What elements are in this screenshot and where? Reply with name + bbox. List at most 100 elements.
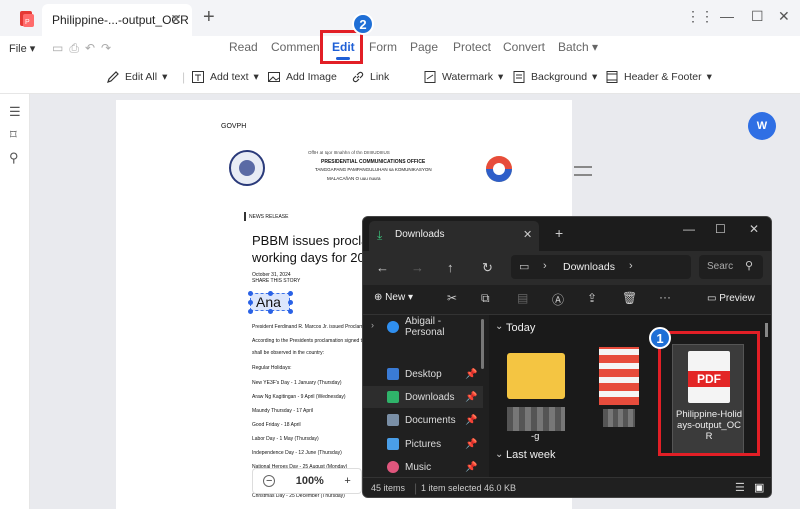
collapse-group-icon[interactable]: ⌄ (495, 449, 503, 460)
blurred-file-thumbnail[interactable] (599, 347, 639, 405)
body-line-3: shall be observed in the country: (252, 350, 324, 356)
close-tab-icon[interactable]: ✕ (523, 228, 532, 241)
folder-name-tail: -g (531, 431, 540, 442)
details-view-icon[interactable]: ☰ (735, 481, 745, 494)
quick-access-icons[interactable]: ▭⎙↶↷ (52, 41, 117, 56)
search-box[interactable]: Searc ⚲ (699, 255, 763, 279)
search-icon[interactable]: ⚲ (9, 150, 19, 166)
zoom-level[interactable]: 100% (296, 475, 324, 487)
background-button[interactable]: Background ▾ (512, 70, 597, 84)
bookmark-icon[interactable]: ⌑ (10, 127, 17, 143)
paste-icon[interactable]: ▤ (517, 291, 528, 305)
nav-item-music[interactable]: Music 📌 (363, 456, 483, 478)
maximize-icon[interactable]: ☐ (715, 222, 726, 236)
convert-to-word-button[interactable]: W (748, 112, 776, 140)
body-line-10: Independence Day - 12 June (Thursday) (252, 450, 342, 456)
header-footer-icon (606, 71, 618, 83)
edit-all-button[interactable]: Edit All ▾ (106, 70, 167, 84)
download-icon (387, 391, 399, 403)
add-image-button[interactable]: Add Image (267, 70, 337, 84)
explorer-tab[interactable]: ⤓ Downloads ✕ (369, 221, 539, 251)
explorer-command-bar: ⊕ New ▾ ✂ ⧉ ▤ Ⓐ ⇪ 🗑 ··· ▭ Preview (363, 285, 771, 315)
rename-icon[interactable]: Ⓐ (552, 291, 564, 308)
resize-handle[interactable] (248, 300, 253, 305)
nav-item-desktop[interactable]: Desktop 📌 (363, 363, 483, 385)
zoom-in-button[interactable]: + (344, 475, 350, 487)
preview-button[interactable]: ▭ Preview (707, 293, 755, 304)
resize-handle[interactable] (248, 309, 253, 314)
maximize-button[interactable]: ☐ (751, 8, 764, 25)
document-tab-title: Philippine-...-output_OCR (52, 13, 189, 27)
pictures-icon (387, 438, 399, 450)
address-bar[interactable]: ▭ › Downloads › (511, 255, 691, 279)
minimize-icon[interactable]: — (683, 222, 695, 236)
copy-icon[interactable]: ⧉ (481, 291, 490, 306)
search-icon: ⚲ (745, 260, 754, 272)
cut-icon[interactable]: ✂ (447, 291, 457, 305)
resize-handle[interactable] (248, 291, 253, 296)
more-icon[interactable]: ··· (659, 290, 671, 304)
share-icon[interactable]: ⇪ (587, 291, 597, 305)
selection-size: 46.0 KB (484, 483, 517, 493)
close-window-button[interactable]: ✕ (778, 8, 790, 25)
body-line-1: President Ferdinand R. Marcos Jr. issued… (252, 324, 364, 330)
nav-item-personal[interactable]: Abigail - Personal (363, 316, 483, 338)
tab-page[interactable]: Page (410, 40, 438, 54)
group-last-week: Last week (506, 449, 556, 461)
tab-convert[interactable]: Convert (503, 40, 545, 54)
folder-icon[interactable] (507, 353, 565, 399)
body-line-5: New YE3F's Day - 1 January (Thursday) (252, 380, 342, 386)
download-arrow-icon: ⤓ (377, 228, 383, 242)
zoom-control: − 100% + (252, 468, 362, 494)
watermark-button[interactable]: Watermark ▾ (423, 70, 503, 84)
close-tab-icon[interactable]: ✕ (170, 11, 182, 28)
share-story-link[interactable]: SHARE THIS STORY (252, 278, 300, 284)
add-text-button[interactable]: Add text ▾ (191, 70, 259, 84)
toolbar-divider: | (182, 70, 186, 84)
thumbnails-icon[interactable]: ☰ (9, 104, 21, 120)
more-options-icon[interactable]: ⋮⋮ (686, 8, 714, 25)
address-path: Downloads (563, 261, 615, 273)
nav-item-pictures[interactable]: Pictures 📌 (363, 433, 483, 455)
tiles-view-icon[interactable]: ▣ (754, 481, 764, 494)
body-line-9: Labor Day - 1 May (Thursday) (252, 436, 319, 442)
resize-handle[interactable] (288, 291, 293, 296)
tab-form[interactable]: Form (369, 40, 397, 54)
forward-arrow-icon[interactable]: → (411, 260, 424, 275)
nav-scrollbar[interactable] (481, 319, 484, 369)
delete-icon[interactable]: 🗑 (622, 291, 637, 305)
link-button[interactable]: Link (351, 70, 389, 84)
file-list-scrollbar[interactable] (765, 323, 768, 337)
minimize-button[interactable]: — (720, 8, 734, 24)
body-line-7: Maundy Thursday - 17 April (252, 408, 314, 414)
monitor-icon: ▭ (519, 261, 530, 273)
tab-protect[interactable]: Protect (453, 40, 491, 54)
menu-bar (0, 36, 800, 64)
new-tab-button[interactable]: + (203, 6, 215, 29)
nav-item-documents[interactable]: Documents 📌 (363, 409, 483, 431)
collapse-group-icon[interactable]: ⌄ (495, 321, 503, 332)
header-footer-button[interactable]: Header & Footer ▾ (605, 70, 712, 84)
up-arrow-icon[interactable]: ↑ (447, 260, 454, 275)
body-line-6: Araw Ng Kagitingan - 9 April (Wednesday) (252, 394, 346, 400)
watermark-icon (424, 71, 436, 83)
resize-handle[interactable] (288, 309, 293, 314)
new-button[interactable]: ⊕ New ▾ (374, 292, 413, 303)
desktop-icon (387, 368, 399, 380)
nav-item-downloads[interactable]: Downloads 📌 (363, 386, 483, 408)
selected-text[interactable]: Ana (256, 294, 281, 310)
explorer-address-row: ← → ↑ ↻ ▭ › Downloads › Searc ⚲ (363, 251, 771, 285)
zoom-out-button[interactable]: − (263, 475, 276, 487)
tab-batch[interactable]: Batch ▾ (558, 40, 598, 54)
resize-handle[interactable] (268, 309, 273, 314)
close-icon[interactable]: ✕ (749, 222, 759, 236)
tab-comment[interactable]: Comment (271, 40, 323, 54)
resize-handle[interactable] (268, 291, 273, 296)
new-tab-icon[interactable]: + (555, 225, 563, 241)
refresh-icon[interactable]: ↻ (482, 260, 493, 276)
file-menu[interactable]: File ▾ (9, 42, 35, 55)
document-tab[interactable]: Philippine-...-output_OCR ✕ (42, 4, 192, 36)
resize-handle[interactable] (288, 300, 293, 305)
tab-read[interactable]: Read (229, 40, 258, 54)
back-arrow-icon[interactable]: ← (376, 260, 389, 275)
